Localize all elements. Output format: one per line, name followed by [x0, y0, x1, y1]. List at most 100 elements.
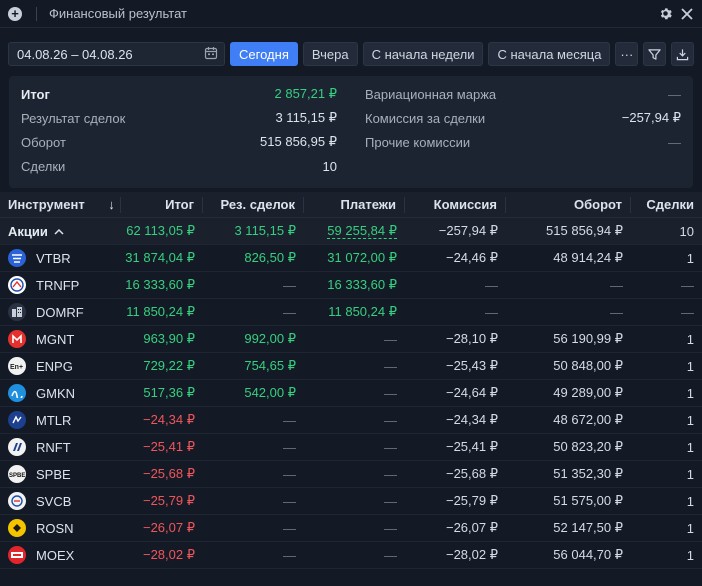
moex-logo — [8, 546, 26, 564]
summary-other-commission-value: — — [668, 134, 681, 150]
transneft-logo — [8, 276, 26, 294]
header-payments[interactable]: Платежи — [304, 196, 405, 213]
table-row[interactable]: MGNT 963,90 ₽ 992,00 ₽ — −28,10 ₽ 56 190,99 ₽… — [0, 326, 702, 353]
row-turnover: 50 823,20 ₽ — [553, 439, 623, 454]
domrf-logo — [8, 303, 26, 321]
table-row[interactable]: MTLR −24,34 ₽ — — −24,34 ₽ 48 672,00 ₽ 1 — [0, 407, 702, 434]
row-turnover: 49 289,00 ₽ — [553, 385, 623, 400]
row-commission: −28,10 ₽ — [445, 331, 498, 346]
summary-total-label: Итог — [21, 86, 50, 102]
table-row[interactable]: En+ ENPG 729,22 ₽ 754,65 ₽ — −25,43 ₽ 50 848,0… — [0, 353, 702, 380]
row-payments: 16 333,60 ₽ — [327, 277, 397, 292]
group-payments[interactable]: 59 255,84 ₽ — [327, 223, 397, 239]
row-deals: 1 — [686, 385, 694, 401]
group-row-shares[interactable]: Акции 62 113,05 ₽ 3 115,15 ₽ 59 255,84 ₽… — [0, 218, 702, 245]
row-total: −25,41 ₽ — [142, 439, 195, 454]
row-trades-result: 826,50 ₽ — [244, 250, 296, 265]
row-spacer — [103, 488, 121, 514]
row-commission: −25,41 ₽ — [445, 439, 498, 454]
ticker: TRNFP — [36, 277, 80, 293]
row-spacer — [103, 326, 121, 352]
row-turnover: 48 672,00 ₽ — [553, 412, 623, 427]
header-deals[interactable]: Сделки — [631, 197, 702, 213]
table-row[interactable]: ROSN −26,07 ₽ — — −26,07 ₽ 52 147,50 ₽ 1 — [0, 515, 702, 542]
row-deals: 1 — [686, 250, 694, 266]
chevron-up-icon[interactable] — [54, 228, 64, 235]
sovcombank-logo — [8, 492, 26, 510]
header-total[interactable]: Итог — [121, 196, 203, 213]
summary-turnover-value: 515 856,95 ₽ — [260, 134, 337, 149]
row-spacer — [103, 272, 121, 298]
row-total: 729,22 ₽ — [143, 358, 195, 373]
summary-trades-result-row: Результат сделок 3 115,15 ₽ — [21, 106, 337, 130]
row-commission: −26,07 ₽ — [445, 520, 498, 535]
summary-turnover-label: Оборот — [21, 134, 66, 150]
row-commission: −24,64 ₽ — [445, 385, 498, 400]
calendar-icon[interactable] — [204, 46, 218, 63]
table-row[interactable]: SVCB −25,79 ₽ — — −25,79 ₽ 51 575,00 ₽ 1 — [0, 488, 702, 515]
row-payments: — — [384, 547, 397, 563]
date-range-value: 04.08.26 – 04.08.26 — [17, 46, 133, 62]
filter-button[interactable] — [643, 42, 667, 66]
row-spacer — [103, 245, 121, 271]
table-row[interactable]: TRNFP 16 333,60 ₽ — 16 333,60 ₽ — — — — [0, 272, 702, 299]
summary-other-commission-row: Прочие комиссии — — [365, 130, 681, 154]
row-payments: — — [384, 493, 397, 509]
summary-deals-value: 10 — [322, 158, 337, 174]
row-trades-result: 542,00 ₽ — [244, 385, 296, 400]
sort-arrow-icon[interactable]: ↓ — [103, 196, 121, 213]
svg-text:SPBE: SPBE — [9, 473, 25, 478]
row-total: −25,79 ₽ — [142, 493, 195, 508]
summary-turnover-row: Оборот 515 856,95 ₽ — [21, 130, 337, 154]
row-deals: 1 — [686, 493, 694, 509]
group-payments-cell[interactable]: 59 255,84 ₽ — [304, 218, 405, 244]
row-turnover: 56 044,70 ₽ — [553, 547, 623, 562]
svg-text:En+: En+ — [10, 364, 23, 371]
header-commission[interactable]: Комиссия — [405, 196, 506, 213]
row-deals: — — [681, 304, 694, 320]
instrument-cell: RNFT — [0, 434, 103, 460]
group-name: Акции — [8, 223, 48, 239]
since-month-start-button[interactable]: С начала месяца — [488, 42, 611, 66]
row-spacer — [103, 461, 121, 487]
add-widget-icon[interactable]: + — [8, 6, 22, 21]
row-total: 517,36 ₽ — [143, 385, 195, 400]
instrument-cell: MOEX — [0, 542, 103, 568]
magnit-logo — [8, 330, 26, 348]
instrument-cell: GMKN — [0, 380, 103, 406]
row-spacer — [103, 353, 121, 379]
header-instrument[interactable]: Инструмент — [0, 197, 103, 213]
row-trades-result: — — [283, 277, 296, 293]
summary-total-row: Итог 2 857,21 ₽ — [21, 82, 337, 106]
since-week-start-button[interactable]: С начала недели — [362, 42, 484, 66]
row-commission: −28,02 ₽ — [445, 547, 498, 562]
date-range-input[interactable]: 04.08.26 – 04.08.26 — [8, 42, 226, 66]
group-name-cell: Акции — [0, 218, 103, 244]
table-row[interactable]: DOMRF 11 850,24 ₽ — 11 850,24 ₽ — — — — [0, 299, 702, 326]
table-row[interactable]: VTBR 31 874,04 ₽ 826,50 ₽ 31 072,00 ₽ −24,46… — [0, 245, 702, 272]
today-button[interactable]: Сегодня — [230, 42, 298, 66]
row-commission: — — [485, 304, 498, 320]
results-table: Инструмент ↓ Итог Рез. сделок Платежи Ко… — [0, 192, 702, 569]
summary-variation-margin-value: — — [668, 86, 681, 102]
table-row[interactable]: MOEX −28,02 ₽ — — −28,02 ₽ 56 044,70 ₽ 1 — [0, 542, 702, 569]
instrument-rows: VTBR 31 874,04 ₽ 826,50 ₽ 31 072,00 ₽ −24,46… — [0, 245, 702, 569]
table-row[interactable]: SPBE SPBE −25,68 ₽ — — −25,68 ₽ 51 352,30 ₽ 1 — [0, 461, 702, 488]
header-turnover[interactable]: Оборот — [506, 196, 631, 213]
ticker: VTBR — [36, 250, 71, 266]
row-payments: — — [384, 439, 397, 455]
window-title: Финансовый результат — [49, 6, 187, 21]
more-button[interactable]: ··· — [615, 42, 639, 66]
table-row[interactable]: RNFT −25,41 ₽ — — −25,41 ₽ 50 823,20 ₽ 1 — [0, 434, 702, 461]
table-row[interactable]: GMKN 517,36 ₽ 542,00 ₽ — −24,64 ₽ 49 289,00 ₽… — [0, 380, 702, 407]
download-button[interactable] — [671, 42, 694, 66]
gear-icon[interactable] — [658, 7, 672, 21]
row-payments: 31 072,00 ₽ — [327, 250, 397, 265]
close-icon[interactable] — [680, 7, 694, 21]
summary-variation-margin-label: Вариационная маржа — [365, 86, 497, 102]
yesterday-button[interactable]: Вчера — [302, 42, 358, 66]
header-trades-result[interactable]: Рез. сделок — [203, 196, 304, 213]
row-total: −24,34 ₽ — [142, 412, 195, 427]
table-header: Инструмент ↓ Итог Рез. сделок Платежи Ко… — [0, 192, 702, 218]
row-trades-result: — — [283, 547, 296, 563]
